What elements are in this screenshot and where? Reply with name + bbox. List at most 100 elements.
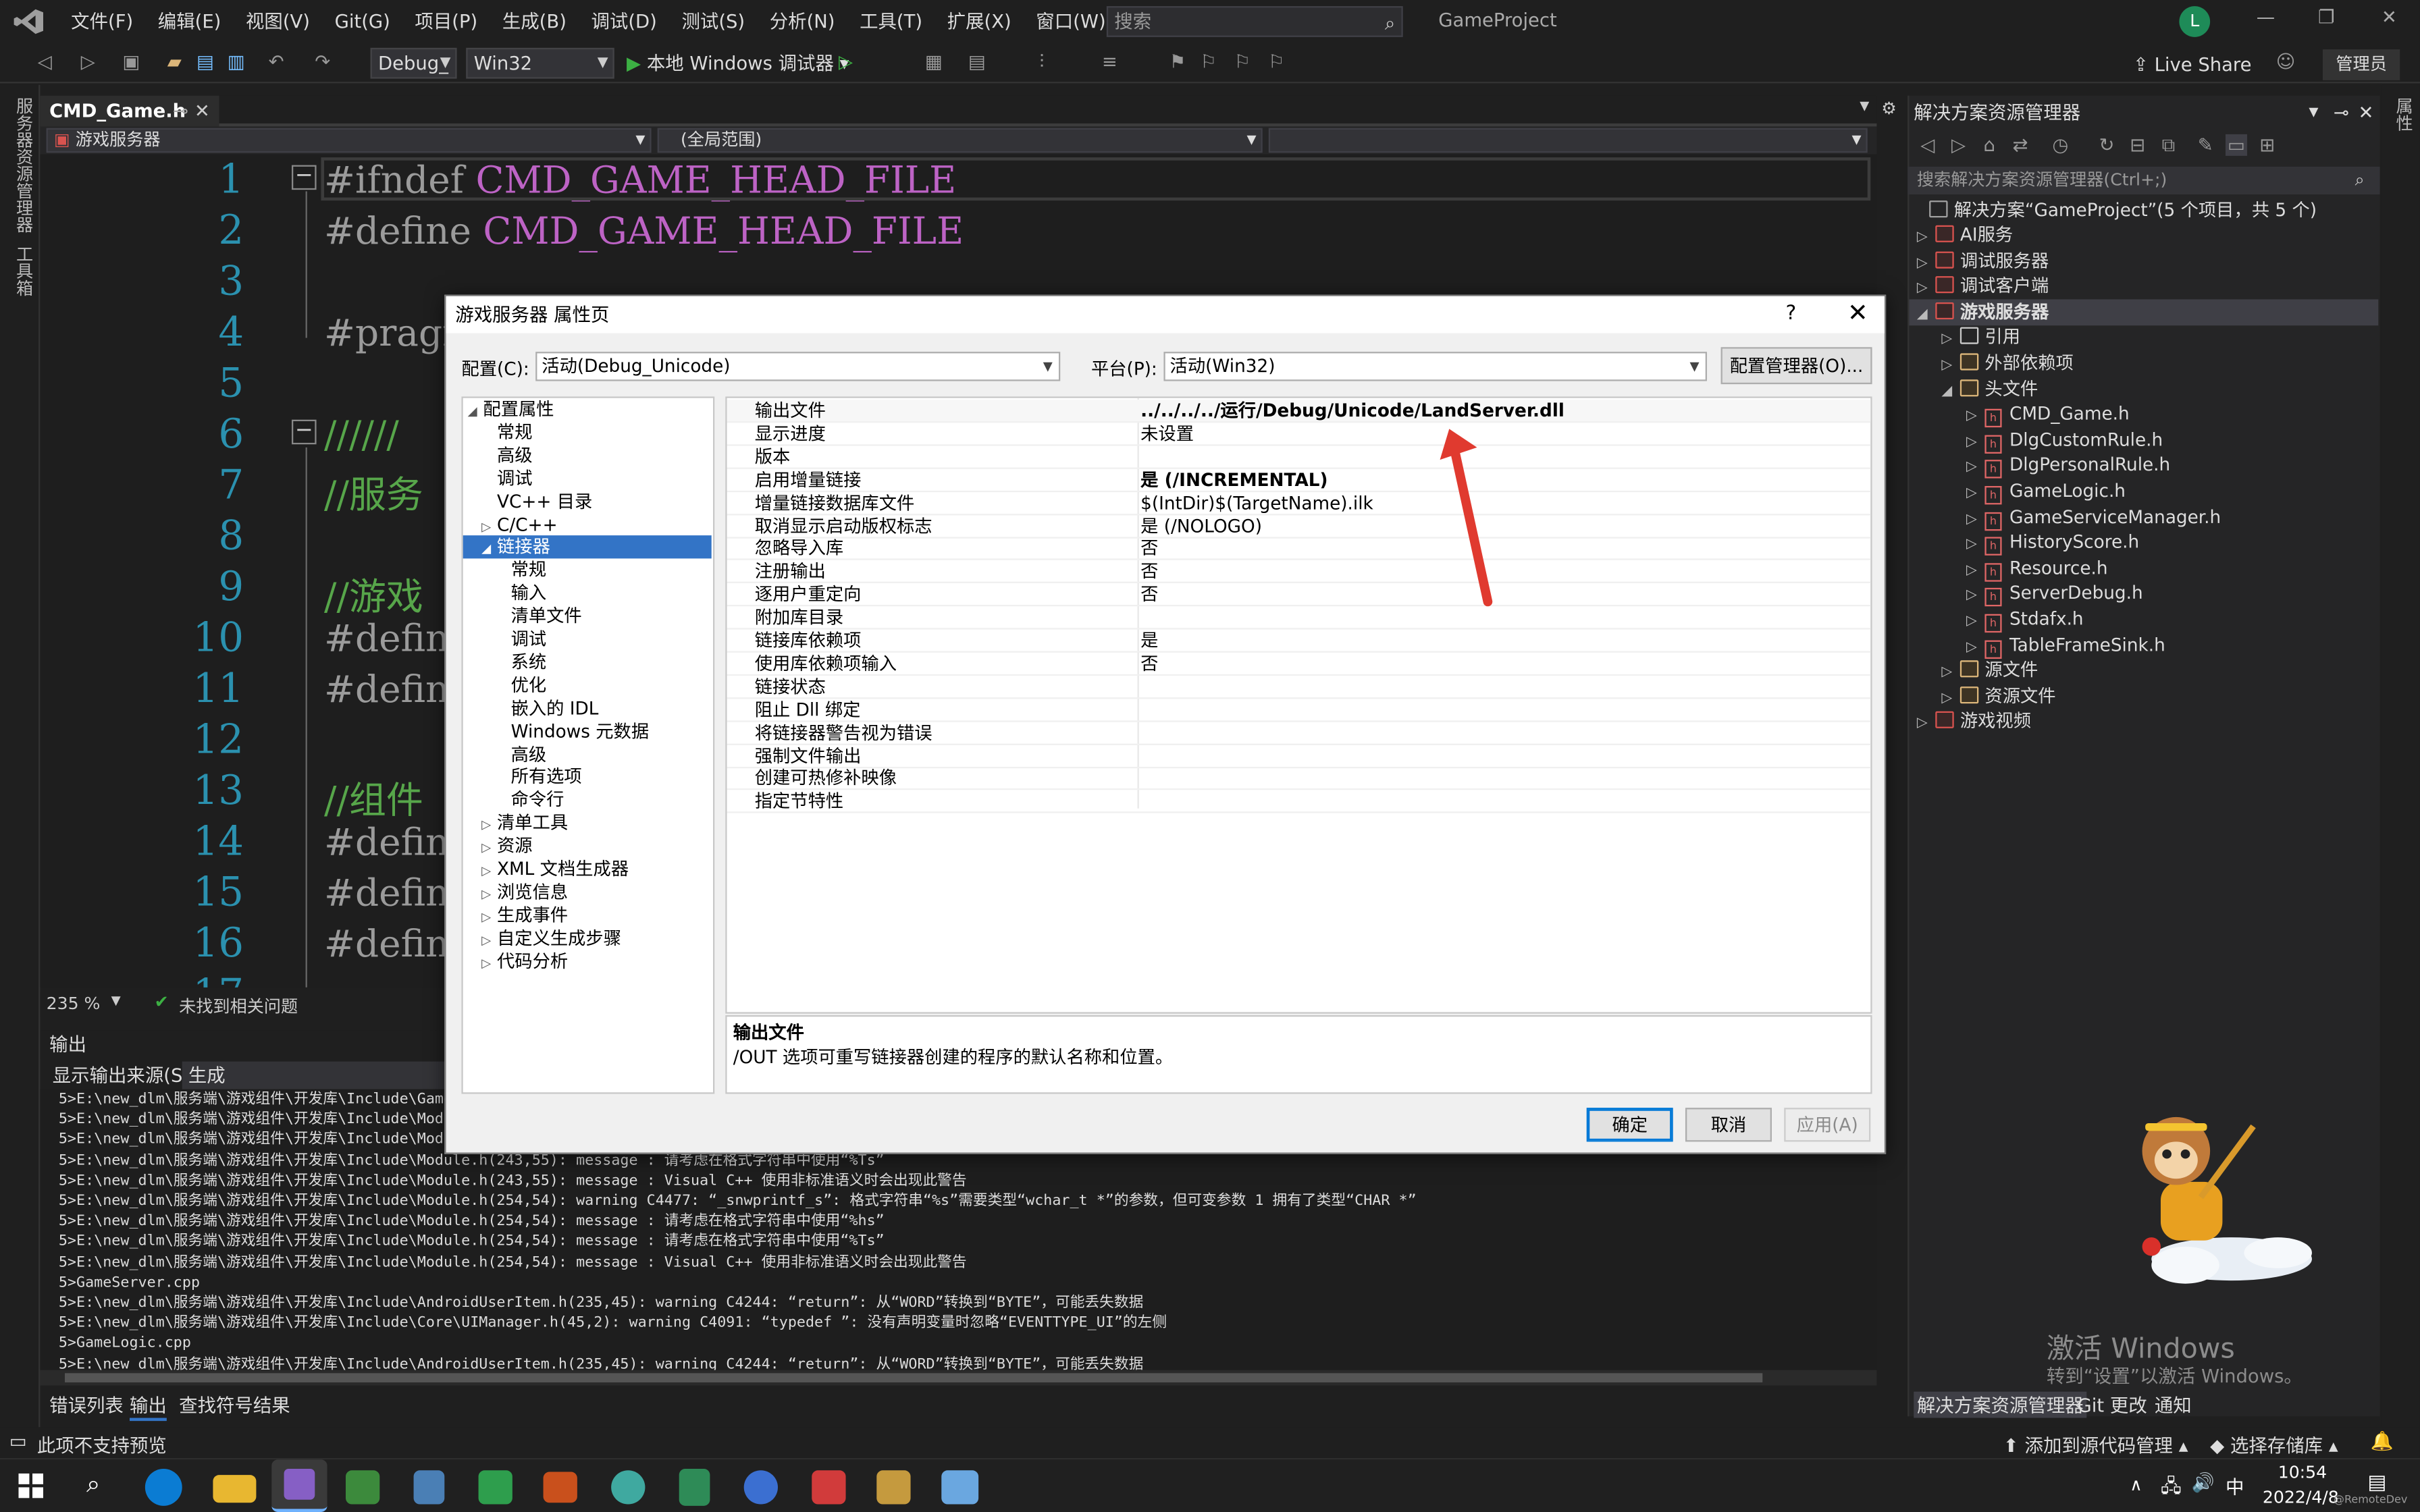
expand-icon[interactable]: ▷	[1941, 661, 1959, 686]
tree-node[interactable]: 命令行	[496, 789, 564, 812]
switch-views-icon[interactable]: ⇄	[2009, 134, 2031, 156]
expand-icon[interactable]: ▷	[1917, 225, 1935, 250]
add-source-control[interactable]: ⬆ 添加到源代码管理 ▴	[2003, 1432, 2188, 1458]
app-icon-1[interactable]	[345, 1470, 380, 1505]
refresh-icon[interactable]: ↻	[2096, 134, 2118, 156]
expand-icon[interactable]: ▷	[1966, 456, 1984, 481]
notifications-icon[interactable]: 🔔	[2371, 1430, 2394, 1452]
tree-item[interactable]: ▷ 调试服务器	[1917, 248, 2049, 273]
expand-icon[interactable]: ▷	[481, 928, 497, 951]
help-button[interactable]: ?	[1786, 302, 1797, 325]
property-row[interactable]: 注册输出 否	[727, 560, 1871, 584]
app-icon-10[interactable]	[941, 1470, 979, 1505]
close-tab-icon[interactable]: ✕	[194, 96, 210, 127]
app-icon-7[interactable]	[743, 1470, 778, 1505]
property-row[interactable]: 链接状态	[727, 676, 1871, 699]
property-row[interactable]: 显示进度 未设置	[727, 423, 1871, 446]
property-value[interactable]: 是 (/NOLOGO)	[1140, 514, 1262, 537]
property-value[interactable]: 否	[1140, 653, 1158, 676]
config-select[interactable]: 活动(Debug_Unicode) ▼	[535, 352, 1061, 381]
menu-item[interactable]: 视图(V)	[234, 0, 323, 43]
zoom-dropdown-icon[interactable]: ▼	[111, 994, 121, 1008]
solution-root[interactable]: 解决方案“GameProject”(5 个项目，共 5 个)	[1929, 198, 2317, 223]
tree-node[interactable]: 常规	[481, 421, 533, 444]
property-row[interactable]: 阻止 Dll 绑定	[727, 699, 1871, 722]
property-row[interactable]: 链接库依赖项 是	[727, 630, 1871, 653]
action-center-icon[interactable]: ▤	[2367, 1472, 2386, 1495]
tree-item[interactable]: ▷ h HistoryScore.h	[1966, 529, 2139, 556]
bookmark-icon[interactable]: ⚑	[1167, 51, 1188, 72]
expand-icon[interactable]: ▷	[1966, 635, 1984, 660]
expand-icon[interactable]: ▷	[1966, 481, 1984, 506]
menu-item[interactable]: 扩展(X)	[935, 0, 1024, 43]
tab-find-symbol[interactable]: 查找符号结果	[179, 1392, 290, 1418]
platform-select[interactable]: 活动(Win32) ▼	[1163, 352, 1707, 381]
tree-node[interactable]: ▷ 浏览信息	[481, 881, 568, 904]
volume-icon[interactable]: 🔊	[2192, 1472, 2215, 1494]
tree-node[interactable]: VC++ 目录	[481, 490, 592, 513]
tree-item[interactable]: ▷ 引用	[1941, 325, 2020, 350]
start-debug-button[interactable]: ▶ 本地 Windows 调试器 ▾	[627, 49, 849, 76]
forward-icon[interactable]: ▷	[1948, 134, 1970, 156]
property-row[interactable]: 输出文件 ../../../../运行/Debug/Unicode/LandSer…	[727, 399, 1871, 423]
expand-icon[interactable]: ▷	[481, 882, 497, 905]
expand-icon[interactable]: ▷	[481, 905, 497, 928]
tab-notifications[interactable]: 通知	[2155, 1392, 2192, 1418]
tree-node[interactable]: ◢ 配置属性	[468, 398, 554, 421]
tab-error-list[interactable]: 错误列表	[49, 1392, 124, 1418]
align-icon[interactable]: ⫶	[1031, 51, 1053, 72]
zoom-level[interactable]: 235 %	[47, 994, 101, 1014]
tree-node[interactable]: Windows 元数据	[496, 720, 650, 742]
property-row[interactable]: 附加库目录	[727, 606, 1871, 630]
tab-output[interactable]: 输出	[129, 1392, 167, 1422]
live-share-button[interactable]: ⇪ Live Share	[2133, 54, 2252, 76]
tree-node[interactable]: 清单文件	[496, 605, 582, 628]
expand-icon[interactable]: ▷	[1966, 430, 1984, 455]
app-icon-2[interactable]	[413, 1470, 445, 1505]
config-manager-button[interactable]: 配置管理器(O)...	[1720, 347, 1872, 385]
apply-button[interactable]: 应用(A)	[1784, 1108, 1871, 1142]
back-icon[interactable]: ◁	[34, 51, 55, 72]
menu-item[interactable]: 文件(F)	[59, 0, 146, 43]
save-icon[interactable]: ▤	[194, 51, 216, 72]
expand-icon[interactable]: ▷	[1966, 584, 1984, 609]
properties-icon[interactable]: ✎	[2194, 134, 2216, 156]
ime-indicator[interactable]: 中	[2226, 1474, 2244, 1500]
app-icon-9[interactable]	[876, 1470, 911, 1505]
property-row[interactable]: 取消显示启动版权标志 是 (/NOLOGO)	[727, 514, 1871, 538]
search-input[interactable]: 搜索 ⌕	[1106, 6, 1403, 37]
properties-tab[interactable]: 属性	[2391, 97, 2416, 131]
menu-item[interactable]: 分析(N)	[757, 0, 847, 43]
ok-button[interactable]: 确定	[1586, 1108, 1673, 1142]
tree-node[interactable]: 常规	[496, 559, 547, 582]
property-value[interactable]: 是	[1140, 630, 1158, 653]
app-icon-5[interactable]	[611, 1470, 646, 1505]
visual-studio-task-icon[interactable]	[271, 1459, 327, 1512]
class-view-icon[interactable]: ⊞	[2257, 134, 2278, 156]
expand-icon[interactable]: ▷	[481, 813, 497, 836]
menu-item[interactable]: 窗口(W)	[1024, 0, 1118, 43]
expand-icon[interactable]: ▷	[1941, 686, 1959, 711]
search-icon[interactable]: ⌕	[86, 1469, 100, 1500]
expand-icon[interactable]: ▷	[1941, 327, 1959, 352]
tree-item[interactable]: ▷ h GameLogic.h	[1966, 479, 2126, 506]
settings-gear-icon[interactable]: ⚙	[1881, 99, 1897, 119]
expand-icon[interactable]: ▷	[1966, 610, 1984, 634]
tab-git-changes[interactable]: Git 更改	[2078, 1392, 2147, 1418]
clock-date[interactable]: 2022/4/8	[2263, 1487, 2339, 1507]
tree-node[interactable]: 优化	[496, 674, 547, 697]
tree-item[interactable]: ▷ h GameServiceManager.h	[1966, 504, 2221, 531]
tab-cmd-game[interactable]: CMD_Game.h ⊸ ✕	[40, 95, 219, 127]
pin-icon[interactable]: ⊸	[2334, 99, 2349, 126]
expand-icon[interactable]: ▷	[1966, 404, 1984, 429]
expand-icon[interactable]: ▷	[481, 514, 497, 537]
expand-icon[interactable]: ▷	[1941, 353, 1959, 378]
restore-icon[interactable]: ❐	[2318, 6, 2335, 28]
tree-item[interactable]: ▷ AI服务	[1917, 222, 2013, 247]
menu-item[interactable]: 项目(P)	[402, 0, 490, 43]
expand-icon[interactable]: ▷	[1917, 277, 1935, 302]
tree-item[interactable]: ▷ h CMD_Game.h	[1966, 402, 2130, 429]
tree-node[interactable]: 嵌入的 IDL	[496, 697, 599, 720]
property-row[interactable]: 创建可热修补映像	[727, 767, 1871, 791]
property-value[interactable]: $(IntDir)$(TargetName).ilk	[1140, 491, 1373, 514]
